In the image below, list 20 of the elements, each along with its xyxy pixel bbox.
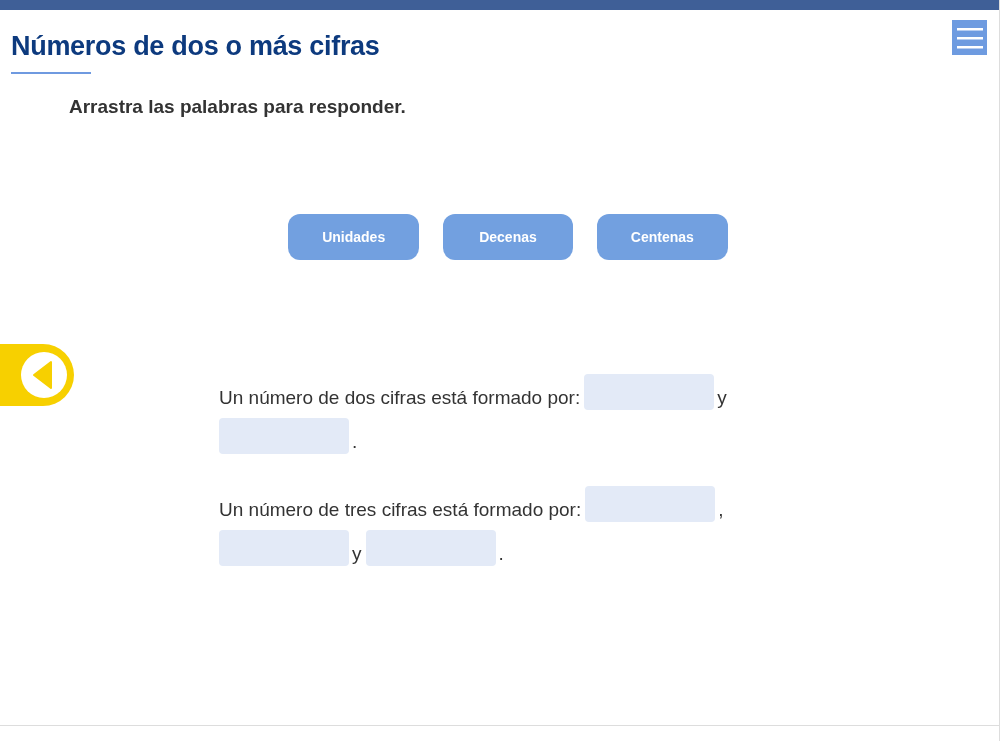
drop-slot[interactable] <box>219 418 349 454</box>
menu-button[interactable] <box>952 20 987 55</box>
page-title: Números de dos o más cifras <box>11 31 380 62</box>
drop-slot[interactable] <box>585 486 716 522</box>
sentence-text: y <box>717 387 727 408</box>
instruction-text: Arrastra las palabras para responder. <box>69 96 407 118</box>
sentence-text: , <box>718 499 724 520</box>
sentence-text: Un número de tres cifras está formado por: <box>219 499 582 520</box>
word-chip[interactable]: Unidades <box>288 214 420 260</box>
drop-slot[interactable] <box>584 374 715 410</box>
menu-icon <box>956 26 983 49</box>
drop-slot[interactable] <box>219 530 349 566</box>
sentence-text: . <box>352 431 358 452</box>
sentence-text: y <box>352 543 362 564</box>
word-chip[interactable]: Decenas <box>443 214 573 260</box>
back-button[interactable] <box>0 344 74 406</box>
sentence-text: Un número de dos cifras está formado por: <box>219 387 581 408</box>
drop-slot[interactable] <box>365 530 496 566</box>
word-chip[interactable]: Centenas <box>596 214 728 260</box>
sentence-text: . <box>498 543 504 564</box>
